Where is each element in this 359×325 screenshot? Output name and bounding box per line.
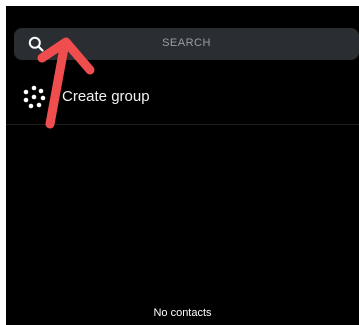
contacts-screen: SEARCH Create group No contacts bbox=[6, 6, 359, 325]
create-group-item[interactable]: Create group bbox=[6, 68, 359, 125]
search-input[interactable]: SEARCH bbox=[14, 37, 359, 49]
create-group-label: Create group bbox=[62, 88, 150, 105]
search-bar[interactable]: SEARCH bbox=[14, 28, 359, 60]
group-dots-icon bbox=[23, 85, 46, 109]
no-contacts-message: No contacts bbox=[153, 307, 212, 319]
